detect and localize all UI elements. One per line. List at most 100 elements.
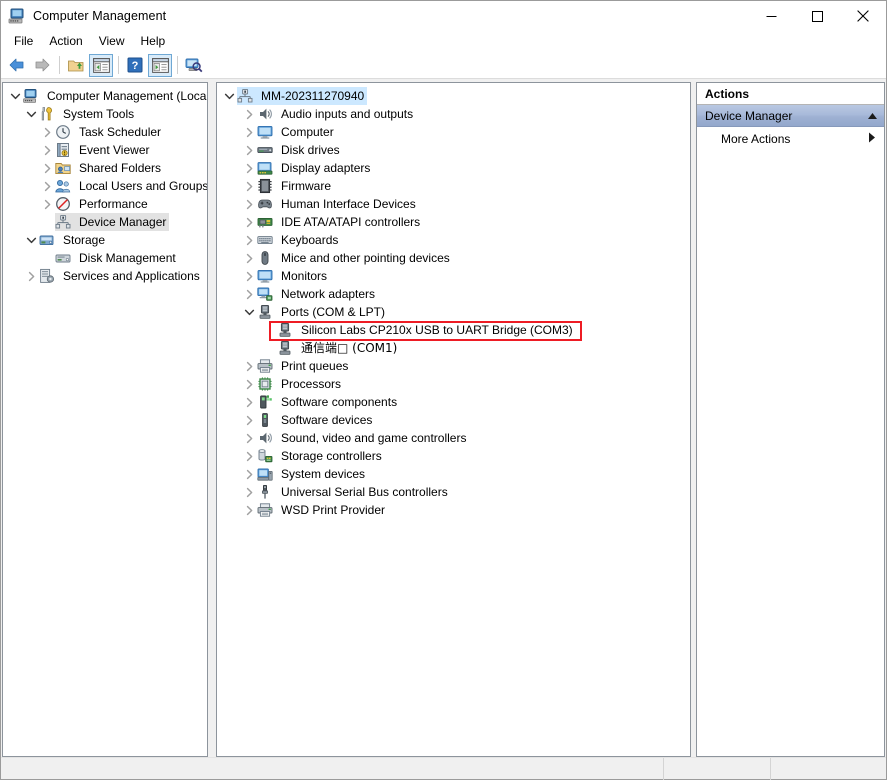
device-tree-item[interactable]: Audio inputs and outputs — [217, 105, 690, 123]
device-tree-item[interactable]: Ports (COM & LPT) — [217, 303, 690, 321]
chevron-right-icon[interactable] — [241, 106, 257, 122]
maximize-button[interactable] — [794, 1, 840, 31]
chevron-right-icon[interactable] — [241, 232, 257, 248]
device-tree-item[interactable]: Computer — [217, 123, 690, 141]
show-hide-action-pane-button[interactable] — [148, 53, 172, 77]
show-hide-console-tree-button[interactable] — [89, 53, 113, 77]
device-tree-item[interactable]: Firmware — [217, 177, 690, 195]
chevron-right-icon[interactable] — [241, 214, 257, 230]
console-tree-item[interactable]: System Tools — [3, 105, 207, 123]
device-tree-item[interactable]: Print queues — [217, 357, 690, 375]
chevron-down-icon[interactable] — [23, 106, 39, 122]
device-tree-item[interactable]: Universal Serial Bus controllers — [217, 483, 690, 501]
device-tree-item-content[interactable]: 通信端□ (COM1) — [277, 339, 400, 357]
device-tree-item-content[interactable]: Software devices — [257, 411, 375, 429]
device-tree-item-content[interactable]: Print queues — [257, 357, 351, 375]
chevron-right-icon[interactable] — [241, 178, 257, 194]
device-tree-item[interactable]: Storage controllers — [217, 447, 690, 465]
help-button[interactable]: ? — [123, 54, 147, 77]
chevron-down-icon[interactable] — [23, 232, 39, 248]
device-tree-item[interactable]: Processors — [217, 375, 690, 393]
device-tree-item-content[interactable]: Keyboards — [257, 231, 341, 249]
chevron-right-icon[interactable] — [241, 160, 257, 176]
chevron-right-icon[interactable] — [241, 142, 257, 158]
console-tree-item-content[interactable]: Event Viewer — [55, 141, 152, 159]
console-tree-item[interactable]: Event Viewer — [3, 141, 207, 159]
chevron-right-icon[interactable] — [241, 466, 257, 482]
scan-for-hardware-changes-button[interactable] — [182, 54, 206, 77]
console-tree-item-content[interactable]: System Tools — [39, 105, 137, 123]
chevron-right-icon[interactable] — [39, 124, 55, 140]
console-tree-item[interactable]: Disk Management — [3, 249, 207, 267]
console-tree-item-content[interactable]: Local Users and Groups — [55, 177, 207, 195]
device-tree-item-content[interactable]: IDE ATA/ATAPI controllers — [257, 213, 423, 231]
chevron-right-icon[interactable] — [23, 268, 39, 284]
device-tree-item[interactable]: 通信端□ (COM1) — [217, 339, 690, 357]
chevron-right-icon[interactable] — [39, 160, 55, 176]
chevron-right-icon[interactable] — [241, 268, 257, 284]
console-tree-item[interactable]: Storage — [3, 231, 207, 249]
console-tree-item[interactable]: Services and Applications — [3, 267, 207, 285]
console-tree-item[interactable]: Local Users and Groups — [3, 177, 207, 195]
device-tree-item[interactable]: MM-202311270940 — [217, 87, 690, 105]
device-tree-item-content[interactable]: Universal Serial Bus controllers — [257, 483, 451, 501]
device-tree-item[interactable]: Network adapters — [217, 285, 690, 303]
actions-group-device-manager[interactable]: Device Manager — [697, 105, 884, 127]
device-tree-item[interactable]: Monitors — [217, 267, 690, 285]
device-tree-item-content[interactable]: System devices — [257, 465, 368, 483]
up-one-level-button[interactable] — [64, 54, 88, 77]
console-tree-item-content[interactable]: Performance — [55, 195, 151, 213]
device-tree-item[interactable]: Sound, video and game controllers — [217, 429, 690, 447]
pane-splitter-left[interactable] — [208, 82, 216, 757]
chevron-right-icon[interactable] — [39, 178, 55, 194]
device-tree-item-content[interactable]: Network adapters — [257, 285, 378, 303]
device-tree-item[interactable]: Mice and other pointing devices — [217, 249, 690, 267]
console-tree-item-content[interactable]: Storage — [39, 231, 108, 249]
console-tree-item-content[interactable]: Disk Management — [55, 249, 179, 267]
console-tree-item-content[interactable]: Task Scheduler — [55, 123, 164, 141]
close-button[interactable] — [840, 1, 886, 31]
device-tree-item-content[interactable]: Silicon Labs CP210x USB to UART Bridge (… — [277, 321, 576, 339]
device-tree-item[interactable]: System devices — [217, 465, 690, 483]
chevron-down-icon[interactable] — [241, 304, 257, 320]
console-tree-item-content[interactable]: Device Manager — [55, 213, 170, 231]
menu-file[interactable]: File — [6, 32, 41, 51]
device-tree-item-content[interactable]: WSD Print Provider — [257, 501, 388, 519]
chevron-right-icon[interactable] — [241, 484, 257, 500]
console-tree-item[interactable]: Task Scheduler — [3, 123, 207, 141]
actions-more-actions[interactable]: More Actions — [697, 127, 884, 151]
device-tree-item-content[interactable]: Human Interface Devices — [257, 195, 419, 213]
chevron-right-icon[interactable] — [241, 358, 257, 374]
device-tree-item-content[interactable]: Monitors — [257, 267, 330, 285]
chevron-right-icon[interactable] — [241, 448, 257, 464]
menu-action[interactable]: Action — [41, 32, 90, 51]
chevron-right-icon[interactable] — [241, 250, 257, 266]
minimize-button[interactable] — [748, 1, 794, 31]
console-tree-item-content[interactable]: Services and Applications — [39, 267, 203, 285]
device-tree-item[interactable]: Keyboards — [217, 231, 690, 249]
device-tree-item[interactable]: Silicon Labs CP210x USB to UART Bridge (… — [217, 321, 690, 339]
device-tree-item[interactable]: Software devices — [217, 411, 690, 429]
chevron-right-icon[interactable] — [241, 196, 257, 212]
chevron-right-icon[interactable] — [241, 286, 257, 302]
device-tree-item-content[interactable]: Sound, video and game controllers — [257, 429, 469, 447]
chevron-right-icon[interactable] — [241, 412, 257, 428]
device-tree-item[interactable]: Display adapters — [217, 159, 690, 177]
device-tree-item-content[interactable]: Processors — [257, 375, 344, 393]
chevron-down-icon[interactable] — [221, 88, 237, 104]
console-tree-item[interactable]: Shared Folders — [3, 159, 207, 177]
console-tree-item-content[interactable]: Shared Folders — [55, 159, 164, 177]
device-tree-item[interactable]: Software components — [217, 393, 690, 411]
forward-button[interactable] — [30, 54, 54, 77]
chevron-right-icon[interactable] — [241, 124, 257, 140]
console-tree-item-content[interactable]: Computer Management (Local) — [23, 87, 207, 105]
chevron-right-icon[interactable] — [241, 376, 257, 392]
device-tree-item[interactable]: Human Interface Devices — [217, 195, 690, 213]
device-tree-item-content[interactable]: Mice and other pointing devices — [257, 249, 453, 267]
device-tree-item-content[interactable]: Firmware — [257, 177, 334, 195]
device-tree-item-content[interactable]: Computer — [257, 123, 337, 141]
chevron-down-icon[interactable] — [7, 88, 23, 104]
chevron-right-icon[interactable] — [241, 394, 257, 410]
console-tree-item[interactable]: Performance — [3, 195, 207, 213]
device-tree-item[interactable]: IDE ATA/ATAPI controllers — [217, 213, 690, 231]
